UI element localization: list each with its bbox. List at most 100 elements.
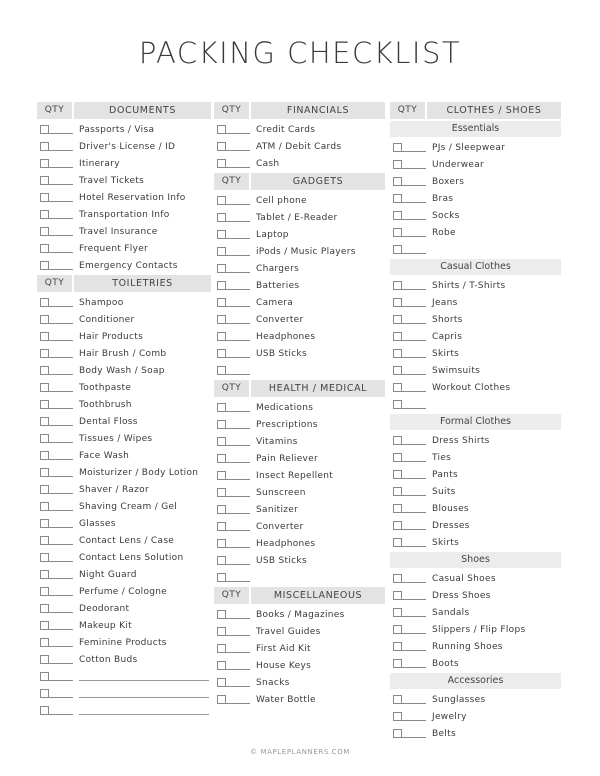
checkbox[interactable]: [217, 298, 226, 307]
qty-field[interactable]: [402, 339, 426, 341]
checkbox[interactable]: [217, 471, 226, 480]
qty-field[interactable]: [49, 268, 73, 270]
qty-field[interactable]: [49, 509, 73, 511]
checkbox[interactable]: [40, 553, 49, 562]
qty-field[interactable]: [49, 696, 73, 698]
qty-field[interactable]: [402, 632, 426, 634]
qty-field[interactable]: [402, 443, 426, 445]
qty-field[interactable]: [402, 666, 426, 668]
checkbox[interactable]: [217, 505, 226, 514]
qty-field[interactable]: [402, 460, 426, 462]
checkbox[interactable]: [40, 485, 49, 494]
checkbox[interactable]: [217, 196, 226, 205]
checkbox[interactable]: [217, 437, 226, 446]
checkbox[interactable]: [40, 519, 49, 528]
qty-field[interactable]: [402, 390, 426, 392]
checkbox[interactable]: [217, 213, 226, 222]
qty-field[interactable]: [226, 254, 250, 256]
checkbox[interactable]: [40, 570, 49, 579]
checkbox[interactable]: [393, 695, 402, 704]
write-in-line[interactable]: [79, 697, 209, 698]
checkbox[interactable]: [40, 587, 49, 596]
checkbox[interactable]: [40, 451, 49, 460]
qty-field[interactable]: [49, 305, 73, 307]
qty-field[interactable]: [226, 149, 250, 151]
qty-field[interactable]: [226, 634, 250, 636]
checkbox[interactable]: [393, 143, 402, 152]
qty-field[interactable]: [49, 149, 73, 151]
qty-field[interactable]: [402, 528, 426, 530]
qty-field[interactable]: [226, 495, 250, 497]
checkbox[interactable]: [217, 366, 226, 375]
checkbox[interactable]: [393, 332, 402, 341]
checkbox[interactable]: [217, 315, 226, 324]
checkbox[interactable]: [393, 211, 402, 220]
checkbox[interactable]: [393, 642, 402, 651]
qty-field[interactable]: [402, 201, 426, 203]
qty-field[interactable]: [226, 305, 250, 307]
checkbox[interactable]: [217, 454, 226, 463]
qty-field[interactable]: [49, 200, 73, 202]
qty-field[interactable]: [226, 685, 250, 687]
qty-field[interactable]: [49, 679, 73, 681]
qty-field[interactable]: [226, 461, 250, 463]
checkbox[interactable]: [40, 638, 49, 647]
checkbox[interactable]: [40, 383, 49, 392]
checkbox[interactable]: [40, 332, 49, 341]
checkbox[interactable]: [40, 349, 49, 358]
qty-field[interactable]: [226, 427, 250, 429]
qty-field[interactable]: [402, 218, 426, 220]
checkbox[interactable]: [393, 521, 402, 530]
checkbox[interactable]: [393, 470, 402, 479]
checkbox[interactable]: [393, 436, 402, 445]
checkbox[interactable]: [40, 536, 49, 545]
checkbox[interactable]: [393, 298, 402, 307]
qty-field[interactable]: [49, 424, 73, 426]
checkbox[interactable]: [217, 230, 226, 239]
qty-field[interactable]: [49, 645, 73, 647]
qty-field[interactable]: [49, 594, 73, 596]
qty-field[interactable]: [402, 702, 426, 704]
qty-field[interactable]: [226, 410, 250, 412]
checkbox[interactable]: [40, 210, 49, 219]
write-in-line[interactable]: [79, 714, 209, 715]
checkbox[interactable]: [393, 625, 402, 634]
qty-field[interactable]: [49, 339, 73, 341]
qty-field[interactable]: [226, 563, 250, 565]
checkbox[interactable]: [40, 244, 49, 253]
checkbox[interactable]: [217, 488, 226, 497]
qty-field[interactable]: [49, 441, 73, 443]
qty-field[interactable]: [49, 407, 73, 409]
qty-field[interactable]: [226, 237, 250, 239]
qty-field[interactable]: [226, 339, 250, 341]
checkbox[interactable]: [40, 689, 49, 698]
qty-field[interactable]: [49, 492, 73, 494]
qty-field[interactable]: [402, 598, 426, 600]
qty-field[interactable]: [226, 529, 250, 531]
qty-field[interactable]: [49, 166, 73, 168]
qty-field[interactable]: [402, 305, 426, 307]
qty-field[interactable]: [402, 184, 426, 186]
qty-field[interactable]: [49, 543, 73, 545]
qty-field[interactable]: [402, 649, 426, 651]
checkbox[interactable]: [217, 539, 226, 548]
qty-field[interactable]: [226, 373, 250, 375]
qty-field[interactable]: [226, 220, 250, 222]
checkbox[interactable]: [217, 522, 226, 531]
checkbox[interactable]: [217, 264, 226, 273]
checkbox[interactable]: [393, 281, 402, 290]
qty-field[interactable]: [402, 322, 426, 324]
checkbox[interactable]: [393, 245, 402, 254]
qty-field[interactable]: [226, 702, 250, 704]
checkbox[interactable]: [40, 159, 49, 168]
qty-field[interactable]: [49, 475, 73, 477]
checkbox[interactable]: [393, 608, 402, 617]
checkbox[interactable]: [393, 453, 402, 462]
qty-field[interactable]: [49, 183, 73, 185]
checkbox[interactable]: [393, 712, 402, 721]
checkbox[interactable]: [393, 487, 402, 496]
checkbox[interactable]: [217, 281, 226, 290]
checkbox[interactable]: [40, 366, 49, 375]
qty-field[interactable]: [226, 651, 250, 653]
qty-field[interactable]: [226, 668, 250, 670]
